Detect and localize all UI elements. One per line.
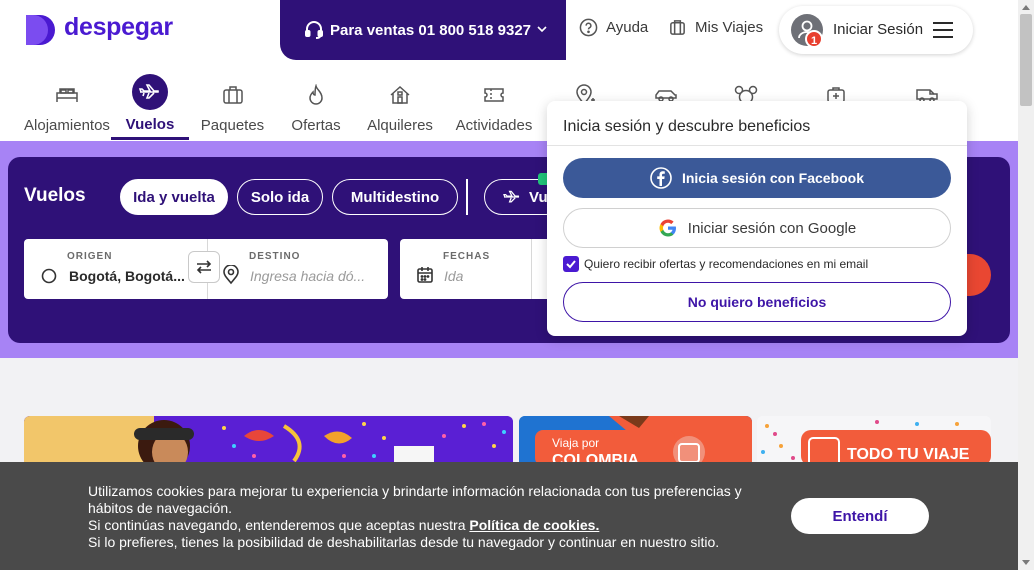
- google-login-label: Iniciar sesión con Google: [687, 219, 857, 237]
- calendar-icon: [416, 266, 434, 284]
- active-tab-indicator: [111, 137, 189, 140]
- origin-label: ORIGEN: [67, 251, 113, 262]
- bed-icon: [49, 77, 85, 113]
- decline-benefits-button[interactable]: No quiero beneficios: [563, 282, 951, 322]
- dates-label: FECHAS: [443, 251, 491, 262]
- login-label: Iniciar Sesión: [833, 21, 924, 38]
- divider: [547, 145, 967, 146]
- dates-field[interactable]: FECHAS Ida: [400, 239, 532, 299]
- plane-icon: [501, 189, 523, 205]
- trip-type-round[interactable]: Ida y vuelta: [120, 179, 228, 215]
- suitcase-icon: [215, 77, 251, 113]
- accept-cookies-button[interactable]: Entendí: [791, 498, 929, 534]
- consent-label: Quiero recibir ofertas y recomendaciones…: [584, 257, 869, 271]
- cookie-text: Utilizamos cookies para mejorar tu exper…: [88, 483, 768, 551]
- login-button[interactable]: 1 Iniciar Sesión: [779, 6, 973, 54]
- facebook-login-label: Inicia sesión con Facebook: [681, 170, 865, 186]
- origin-field[interactable]: ORIGEN Bogotá, Bogotá...: [24, 239, 208, 299]
- sales-phone-button[interactable]: Para ventas 01 800 518 9327: [280, 0, 566, 60]
- my-trips-link[interactable]: Mis Viajes: [668, 18, 763, 37]
- help-link[interactable]: Ayuda: [579, 18, 648, 37]
- cookie-line-3: Si lo prefieres, tienes la posibilidad d…: [88, 534, 720, 550]
- flame-icon: [298, 77, 334, 113]
- notification-badge: 1: [805, 30, 823, 48]
- nav-item-alojamientos[interactable]: Alojamientos: [24, 60, 110, 140]
- location-pin-icon: [222, 265, 240, 285]
- facebook-icon: [650, 167, 672, 189]
- search-title: Vuelos: [24, 185, 86, 206]
- sales-phone-text: Para ventas 01 800 518 9327: [330, 21, 531, 39]
- destination-field[interactable]: DESTINO Ingresa hacia dó...: [208, 239, 388, 299]
- trip-type-multi[interactable]: Multidestino: [332, 179, 458, 215]
- popover-title: Inicia sesión y descubre beneficios: [563, 118, 811, 135]
- nav-item-alquileres[interactable]: Alquileres: [362, 60, 438, 140]
- departure-date-input: Ida: [444, 268, 464, 284]
- swap-arrows-icon: [195, 258, 213, 276]
- promo-banner-todo-tu-viaje[interactable]: TODO TU VIAJE: [757, 416, 991, 466]
- login-popover: Inicia sesión y descubre beneficios Inic…: [547, 101, 967, 336]
- promo-banner-colombia[interactable]: Viaja por COLOMBIA: [519, 416, 752, 466]
- destination-label: DESTINO: [249, 251, 301, 262]
- nav-item-ofertas[interactable]: Ofertas: [281, 60, 351, 140]
- chip-label: Vu: [529, 188, 548, 206]
- nav-label: Actividades: [455, 117, 533, 134]
- cookie-line-2-text: Si continúas navegando, entenderemos que…: [88, 517, 466, 533]
- logo-icon[interactable]: [24, 13, 58, 47]
- nav-label: Alojamientos: [24, 117, 110, 134]
- scroll-up-icon[interactable]: [1022, 5, 1030, 10]
- scrollbar[interactable]: [1018, 0, 1034, 570]
- scroll-down-icon[interactable]: [1022, 560, 1030, 565]
- cookie-line-2: Si continúas navegando, entenderemos que…: [88, 517, 768, 534]
- carnival-art-icon: [24, 416, 513, 466]
- promo-banner-carnival[interactable]: [24, 416, 513, 466]
- cookie-banner: Utilizamos cookies para mejorar tu exper…: [0, 462, 1018, 570]
- nav-label: Vuelos: [125, 116, 175, 133]
- nav-item-actividades[interactable]: Actividades: [452, 60, 536, 140]
- divider: [466, 179, 468, 215]
- banner-text: Viaja por: [552, 436, 600, 450]
- check-icon: [563, 256, 579, 272]
- chevron-down-icon: [536, 23, 548, 35]
- my-trips-label: Mis Viajes: [695, 19, 764, 36]
- scrollbar-thumb[interactable]: [1020, 14, 1032, 106]
- nav-item-paquetes[interactable]: Paquetes: [195, 60, 270, 140]
- hamburger-menu-icon[interactable]: [932, 21, 954, 39]
- facebook-login-button[interactable]: Inicia sesión con Facebook: [563, 158, 951, 198]
- cookie-policy-link[interactable]: Política de cookies.: [469, 517, 599, 533]
- site-header: despegar Para ventas 01 800 518 9327 Ayu…: [0, 0, 1018, 60]
- plane-icon: [132, 74, 168, 110]
- headset-icon: [304, 20, 324, 40]
- cookie-line-1: Utilizamos cookies para mejorar tu exper…: [88, 483, 742, 516]
- help-label: Ayuda: [606, 19, 649, 36]
- circle-icon: [41, 268, 57, 284]
- swap-button[interactable]: [188, 251, 220, 283]
- nav-item-vuelos[interactable]: Vuelos: [111, 60, 189, 140]
- nav-label: Alquileres: [367, 117, 433, 134]
- ticket-icon: [476, 77, 512, 113]
- brand-logo[interactable]: despegar: [64, 13, 173, 42]
- house-icon: [382, 77, 418, 113]
- destination-input: Ingresa hacia dó...: [250, 268, 366, 284]
- google-icon: [658, 218, 678, 238]
- origin-value: Bogotá, Bogotá...: [69, 268, 185, 284]
- nav-label: Paquetes: [200, 117, 265, 134]
- nav-label: Ofertas: [291, 117, 341, 134]
- trip-type-oneway[interactable]: Solo ida: [237, 179, 323, 215]
- email-consent-checkbox[interactable]: Quiero recibir ofertas y recomendaciones…: [563, 256, 868, 272]
- help-circle-icon: [579, 18, 598, 37]
- google-login-button[interactable]: Iniciar sesión con Google: [563, 208, 951, 248]
- luggage-icon: [668, 18, 687, 37]
